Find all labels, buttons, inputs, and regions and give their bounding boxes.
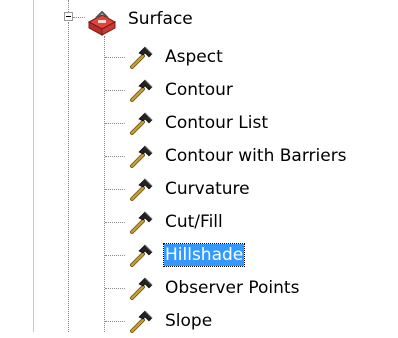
tree-item-contour[interactable]: Contour	[0, 74, 398, 107]
hammer-icon	[128, 211, 154, 235]
hammer-icon	[128, 178, 154, 202]
tree-item-slope[interactable]: Slope	[0, 305, 398, 338]
tree-connector-item	[105, 57, 125, 59]
tree-connector-item	[105, 189, 125, 191]
hammer-icon	[128, 277, 154, 301]
tree-item-label[interactable]: Cut/Fill	[164, 211, 224, 233]
toolbox-icon[interactable]	[86, 10, 118, 36]
hammer-icon	[128, 46, 154, 70]
tree-item-label[interactable]: Aspect	[164, 46, 224, 68]
tree-connector-item	[105, 321, 125, 323]
hammer-icon	[128, 112, 154, 136]
tree-item-cut-fill[interactable]: Cut/Fill	[0, 206, 398, 239]
hammer-icon	[128, 145, 154, 169]
minus-icon	[66, 16, 71, 17]
collapse-toggle[interactable]	[64, 12, 73, 21]
tree-item-contour-with-barriers[interactable]: Contour with Barriers	[0, 140, 398, 173]
tree-item-aspect[interactable]: Aspect	[0, 41, 398, 74]
tree-item-label[interactable]: Observer Points	[164, 277, 300, 299]
tree-connector-item	[105, 123, 125, 125]
tree-item-label[interactable]: Slope	[164, 310, 213, 332]
tree-item-contour-list[interactable]: Contour List	[0, 107, 398, 140]
surface-toolset-label[interactable]: Surface	[128, 8, 193, 30]
tree-connector-item	[105, 156, 125, 158]
tree-connector-item	[105, 222, 125, 224]
tree-connector-item	[105, 90, 125, 92]
tree-item-label[interactable]: Contour	[164, 79, 234, 101]
tree-connector-item	[105, 255, 125, 257]
tree-connector-parent	[73, 17, 85, 19]
hammer-icon	[128, 79, 154, 103]
hammer-icon	[128, 244, 154, 268]
tree-item-label[interactable]: Contour List	[164, 112, 269, 134]
tree-item-label[interactable]: Hillshade	[162, 243, 246, 267]
tree-connector-item	[105, 288, 125, 290]
tree-item-label[interactable]: Curvature	[164, 178, 251, 200]
tree-item-observer-points[interactable]: Observer Points	[0, 272, 398, 305]
hammer-icon	[128, 310, 154, 334]
tree-item-curvature[interactable]: Curvature	[0, 173, 398, 206]
tree-item-hillshade[interactable]: Hillshade	[0, 239, 398, 272]
tree-item-label[interactable]: Contour with Barriers	[164, 145, 348, 167]
